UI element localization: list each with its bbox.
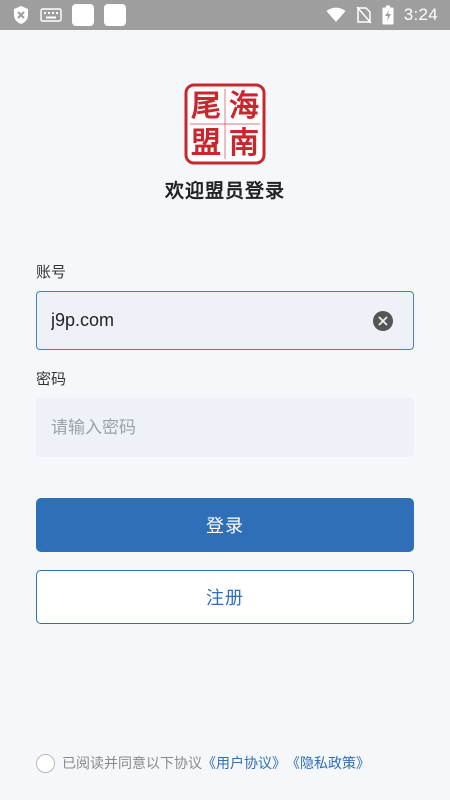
clock-time: 3:24 xyxy=(403,5,438,24)
svg-text:尾: 尾 xyxy=(191,89,221,124)
login-button[interactable]: 登录 xyxy=(36,498,414,552)
status-bar-left xyxy=(12,4,126,26)
user-agreement-link[interactable]: 《用户协议》 xyxy=(202,753,286,773)
password-field[interactable] xyxy=(36,398,414,457)
welcome-title: 欢迎盟员登录 xyxy=(164,180,285,202)
agreement-row: 已阅读并同意以下协议 《用户协议》 《隐私政策》 xyxy=(36,753,370,773)
login-screen: 3:24 海 南 尾 盟 欢迎盟员登录 账号 密码 登录 注册 已阅 xyxy=(0,0,450,800)
svg-text:盟: 盟 xyxy=(191,126,221,161)
register-button[interactable]: 注册 xyxy=(36,570,414,624)
battery-charging-icon xyxy=(382,5,394,25)
agreement-checkbox[interactable] xyxy=(36,753,55,773)
status-bar-right: 3:24 xyxy=(326,5,438,25)
keyboard-icon xyxy=(40,8,62,22)
password-input[interactable] xyxy=(51,417,399,438)
status-bar: 3:24 xyxy=(0,0,450,30)
clear-icon[interactable] xyxy=(373,311,393,331)
seal-logo: 海 南 尾 盟 xyxy=(184,83,266,165)
account-field[interactable] xyxy=(36,291,414,350)
agreement-text: 已阅读并同意以下协议 xyxy=(62,756,202,772)
notification-icon xyxy=(72,4,94,26)
svg-text:南: 南 xyxy=(229,126,259,161)
account-input[interactable] xyxy=(51,310,399,331)
wifi-icon xyxy=(326,7,346,23)
password-label: 密码 xyxy=(36,370,67,388)
account-label: 账号 xyxy=(36,263,67,281)
notification-icon xyxy=(104,4,126,26)
svg-text:海: 海 xyxy=(229,89,259,124)
no-sim-icon xyxy=(356,6,372,24)
privacy-policy-link[interactable]: 《隐私政策》 xyxy=(286,753,370,773)
shield-icon xyxy=(12,5,30,25)
